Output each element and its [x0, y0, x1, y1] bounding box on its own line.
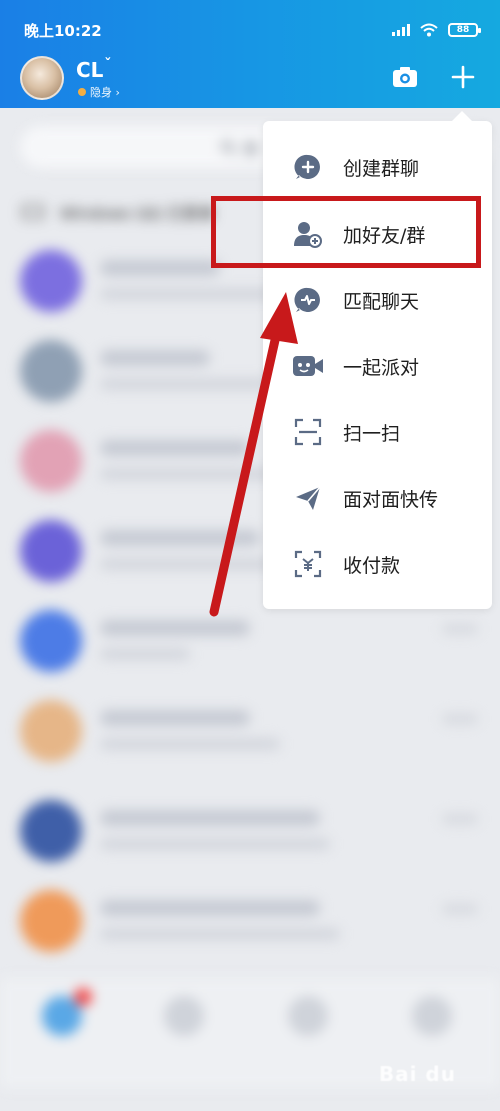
annotation-arrow	[209, 292, 298, 617]
